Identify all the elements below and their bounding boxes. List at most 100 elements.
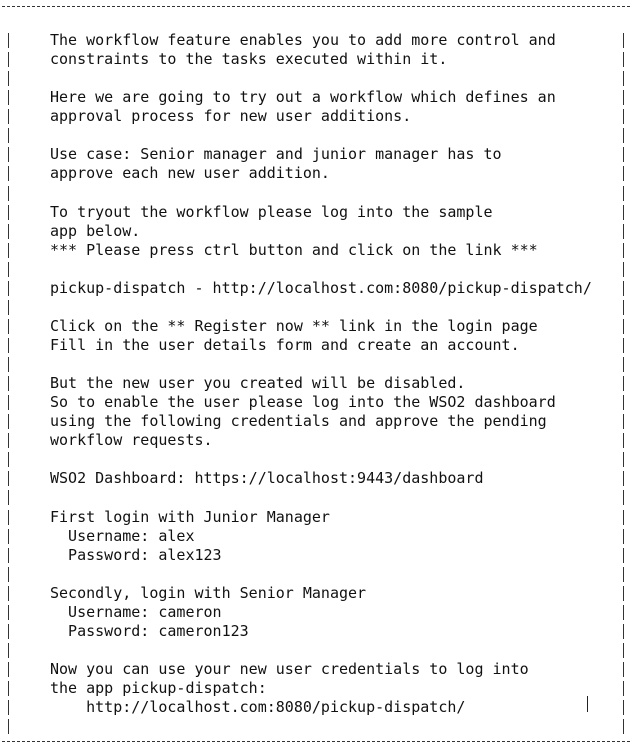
left-border-segment (8, 452, 9, 468)
right-border-segment (623, 223, 624, 239)
right-border-segment (623, 566, 624, 582)
terminal-output: The workflow feature enables you to add … (0, 0, 632, 746)
text-line: But the new user you created will be dis… (50, 374, 466, 393)
left-border-segment (8, 395, 9, 411)
text-line: Username: cameron (50, 602, 222, 621)
left-border-segment (8, 52, 9, 68)
right-border-segment (623, 642, 624, 658)
text-line: WSO2 Dashboard: https://localhost:9443/d… (50, 469, 484, 488)
right-border-segment (623, 299, 624, 315)
right-border-segment (623, 700, 624, 716)
left-border-segment (8, 338, 9, 353)
right-border-segment (623, 90, 624, 106)
right-border-segment (623, 376, 624, 392)
left-border-segment (8, 585, 9, 601)
right-border-segment (623, 681, 624, 696)
left-border-segment (8, 280, 9, 296)
left-border-segment (8, 109, 9, 125)
text-line: So to enable the user please log into th… (50, 393, 556, 412)
left-border-segment (8, 547, 9, 563)
text-line: *** Please press ctrl button and click o… (50, 240, 538, 259)
text-line: Here we are going to try out a workflow … (50, 88, 556, 107)
left-border-segment (8, 681, 9, 696)
left-border-segment (8, 700, 9, 716)
text-line: using the following credentials and appr… (50, 412, 547, 431)
left-border-segment (8, 357, 9, 372)
right-border-segment (623, 509, 624, 525)
right-border-segment (623, 280, 624, 296)
text-line: Click on the ** Register now ** link in … (50, 316, 538, 335)
text-line: Username: alex (50, 526, 195, 545)
text-line: Password: alex123 (50, 545, 222, 564)
text-line: The workflow feature enables you to add … (50, 31, 556, 49)
left-border-segment (8, 433, 9, 449)
left-border-segment (8, 623, 9, 639)
right-border-segment (623, 414, 624, 430)
right-border-segment (623, 242, 624, 258)
right-border-segment (623, 338, 624, 353)
left-border-segment (8, 471, 9, 487)
right-border-segment (623, 109, 624, 125)
left-border-segment (8, 318, 9, 334)
text-line: the app pickup-dispatch: (50, 679, 267, 697)
right-border-segment (623, 71, 624, 87)
right-border-segment (623, 147, 624, 163)
right-border-segment (623, 52, 624, 68)
left-border-segment (8, 242, 9, 258)
left-border-segment (8, 204, 9, 220)
right-border-segment (623, 33, 624, 48)
right-border-segment (623, 452, 624, 468)
text-cursor (587, 696, 588, 712)
text-line: To tryout the workflow please log into t… (50, 202, 493, 221)
left-border-segment (8, 528, 9, 544)
text-line: First login with Junior Manager (50, 507, 330, 526)
left-border-segment (8, 719, 9, 735)
right-border-segment (623, 528, 624, 544)
left-border-segment (8, 490, 9, 506)
right-border-segment (623, 604, 624, 620)
left-border-segment (8, 90, 9, 106)
left-border-segment (8, 128, 9, 144)
left-border-segment (8, 261, 9, 277)
text-line: constraints to the tasks executed within… (50, 50, 448, 69)
left-border-segment (8, 223, 9, 239)
top-border (2, 6, 630, 7)
right-border-segment (623, 490, 624, 506)
text-line: Now you can use your new user credential… (50, 660, 529, 678)
right-border-segment (623, 719, 624, 735)
text-line: Secondly, login with Senior Manager (50, 583, 367, 602)
right-border-segment (623, 128, 624, 144)
text-line: approval process for new user additions. (50, 107, 412, 126)
right-border-segment (623, 395, 624, 411)
left-border-segment (8, 414, 9, 430)
right-border-segment (623, 547, 624, 563)
text-line: Password: cameron123 (50, 621, 249, 640)
right-border-segment (623, 261, 624, 277)
right-border-segment (623, 357, 624, 372)
left-border-segment (8, 376, 9, 392)
right-border-segment (623, 318, 624, 334)
left-border-segment (8, 71, 9, 87)
left-border-segment (8, 642, 9, 658)
text-line: http://localhost.com:8080/pickup-dispatc… (50, 698, 466, 717)
right-border-segment (623, 585, 624, 601)
right-border-segment (623, 204, 624, 220)
bottom-border (2, 741, 630, 742)
text-line: Fill in the user details form and create… (50, 336, 520, 354)
left-border-segment (8, 166, 9, 182)
right-border-segment (623, 623, 624, 639)
text-line: workflow requests. (50, 431, 213, 450)
text-line: app below. (50, 221, 141, 240)
left-border-segment (8, 604, 9, 620)
right-border-segment (623, 185, 624, 201)
right-border-segment (623, 166, 624, 182)
left-border-segment (8, 33, 9, 48)
left-border-segment (8, 185, 9, 201)
left-border-segment (8, 566, 9, 582)
text-line: pickup-dispatch - http://localhost.com:8… (50, 278, 592, 297)
right-border-segment (623, 662, 624, 677)
left-border-segment (8, 509, 9, 525)
right-border-segment (623, 471, 624, 487)
left-border-segment (8, 299, 9, 315)
text-line: Use case: Senior manager and junior mana… (50, 145, 502, 164)
